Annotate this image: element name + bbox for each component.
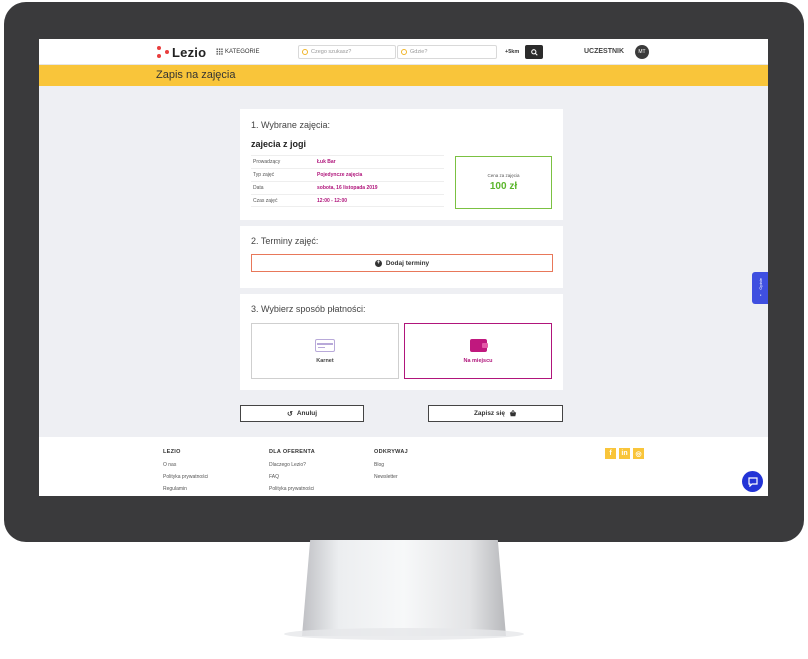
instagram-icon[interactable]: ◎ [633,448,644,459]
detail-row: Typ zajęć Pojedyncze zajęcia [251,168,444,181]
terms-heading: 2. Terminy zajęć: [251,236,319,246]
detail-value[interactable]: Łuk Bar [317,159,336,165]
footer-link[interactable]: Newsletter [374,474,408,480]
price-box: Cena za zajęcia 100 zł [455,156,552,209]
basket-icon [509,410,517,417]
payment-heading: 3. Wybierz sposób płatności: [251,304,366,314]
undo-icon: ↺ [286,410,293,418]
footer-link[interactable]: Polityka prywatności [163,474,208,480]
top-nav: Lezio KATEGORIE Czego szukasz? Gdzie? +5… [39,39,768,65]
footer-col-lezio: LEZIO O nas Polityka prywatności Regulam… [163,449,208,496]
submit-label: Zapisz się [473,410,506,417]
footer-col-odkrywaj: ODKRYWAJ Blog Newsletter [374,449,408,486]
page-title: Zapis na zajęcia [156,69,236,81]
detail-row: Data sobota, 16 listopada 2019 [251,181,444,194]
search-what-placeholder: Czego szukasz? [311,49,352,55]
chat-button[interactable] [742,471,763,492]
grid-icon [216,48,223,55]
footer-col-oferent: DLA OFERENTA Dlaczego Lezio? FAQ Polityk… [269,449,315,496]
footer: LEZIO O nas Polityka prywatności Regulam… [39,437,768,496]
plus-icon: + [374,259,382,267]
cancel-button[interactable]: ↺ Anuluj [240,405,364,422]
facebook-icon[interactable]: f [605,448,616,459]
footer-link[interactable]: Polityka prywatności [269,486,315,492]
footer-heading: LEZIO [163,449,181,455]
footer-link[interactable]: FAQ [269,474,315,480]
price-label: Cena za zajęcia [487,173,520,178]
class-details: Prowadzący Łuk Bar Typ zajęć Pojedyncze … [251,155,444,207]
feedback-icon: ▪ [757,292,763,298]
detail-value: 12:00 - 12:00 [317,197,348,204]
detail-label: Czas zajęć [253,197,278,204]
search-button[interactable] [525,45,543,59]
payment-option-label: Na miejscu [463,357,493,364]
monitor-stand [302,540,506,636]
magnifier-icon [530,48,538,56]
search-where-placeholder: Gdzie? [410,49,428,55]
payment-option-na-miejscu[interactable]: Na miejscu [404,323,552,379]
logo-text: Lezio [172,44,207,60]
add-terms-button[interactable]: + Dodaj terminy [251,254,553,272]
submit-button[interactable]: Zapisz się [428,405,563,422]
user-role-label[interactable]: UCZESTNIK [584,48,624,55]
categories-button[interactable]: KATEGORIE [216,48,260,55]
avatar[interactable]: MT [635,45,649,59]
location-icon [401,49,407,55]
cancel-label: Anuluj [296,410,318,417]
detail-row: Czas zajęć 12:00 - 12:00 [251,194,444,207]
footer-link[interactable]: Blog [374,462,408,468]
search-where-input[interactable]: Gdzie? [397,45,497,59]
footer-heading: ODKRYWAJ [374,449,408,455]
title-bar: Zapis na zajęcia [39,65,768,86]
payment-option-label: Karnet [316,357,334,364]
wallet-icon [469,338,488,352]
detail-label: Data [253,185,264,191]
add-terms-label: Dodaj terminy [385,259,430,267]
card-icon [315,338,335,352]
screen: Lezio KATEGORIE Czego szukasz? Gdzie? +5… [39,39,768,496]
categories-label: KATEGORIE [225,48,260,55]
logo-icon [157,46,169,58]
radius-selector[interactable]: +5km [505,49,519,55]
detail-value: Pojedyncze zajęcia [317,172,363,178]
selected-class-card: 1. Wybrane zajęcia: zajecia z jogi Prowa… [240,109,563,220]
detail-row: Prowadzący Łuk Bar [251,155,444,168]
selected-class-heading: 1. Wybrane zajęcia: [251,120,330,130]
terms-card: 2. Terminy zajęć: + Dodaj terminy [240,226,563,288]
feedback-label: Opinie [757,278,763,290]
detail-label: Typ zajęć [253,172,275,178]
social-links: f in ◎ [605,448,644,459]
detail-label: Prowadzący [253,159,281,165]
search-icon [302,49,308,55]
footer-heading: DLA OFERENTA [269,449,316,455]
price-value: 100 zł [489,181,518,192]
detail-value: sobota, 16 listopada 2019 [317,185,378,191]
feedback-tab[interactable]: Opinie ▪ [752,272,768,304]
logo[interactable]: Lezio [157,44,207,60]
footer-link[interactable]: Regulamin [163,486,208,492]
search-what-input[interactable]: Czego szukasz? [298,45,396,59]
footer-link[interactable]: O nas [163,462,208,468]
monitor-base [284,628,524,640]
payment-option-karnet[interactable]: Karnet [251,323,399,379]
payment-card: 3. Wybierz sposób płatności: Karnet Na m… [240,294,563,390]
class-name: zajecia z jogi [251,139,307,149]
footer-link[interactable]: Dlaczego Lezio? [269,462,315,468]
linkedin-icon[interactable]: in [619,448,630,459]
chat-icon [747,476,758,487]
